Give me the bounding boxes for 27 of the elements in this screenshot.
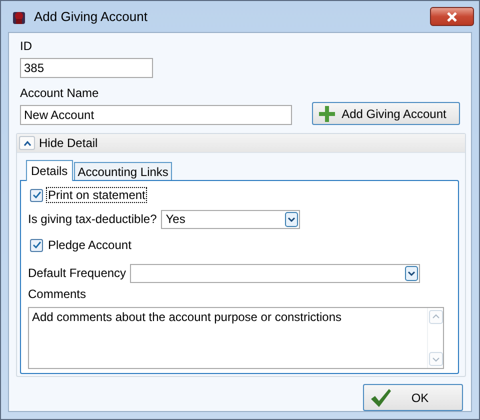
plus-icon — [319, 106, 335, 122]
add-giving-account-button[interactable]: Add Giving Account — [312, 102, 460, 125]
tab[interactable]: Details — [26, 160, 73, 181]
close-button[interactable] — [430, 7, 474, 26]
panel-title: Hide Detail — [39, 136, 98, 150]
field-label: Comments — [28, 286, 88, 302]
check-icon — [370, 388, 392, 408]
caret-icon — [24, 140, 30, 146]
ok-button[interactable]: OK — [363, 384, 463, 411]
scroll-up-icon — [429, 310, 443, 324]
dropdown[interactable]: Yes — [160, 210, 300, 228]
window-title: Add Giving Account — [34, 9, 148, 24]
checkbox-label[interactable]: Pledge Account — [46, 237, 134, 253]
scrollbar[interactable] — [427, 308, 443, 368]
scroll-down-icon — [429, 352, 443, 366]
id-field[interactable]: 385 — [20, 58, 153, 78]
field-label: Account Name — [20, 85, 100, 101]
checkbox[interactable] — [30, 188, 43, 202]
account-name-field[interactable]: New Account — [20, 105, 292, 125]
tab[interactable]: Accounting Links — [74, 162, 172, 180]
close-icon — [446, 12, 458, 22]
field-label: Is giving tax-deductible? — [28, 212, 157, 226]
checkbox[interactable] — [30, 238, 43, 252]
field-label: Default Frequency — [28, 266, 126, 280]
checkbox-label[interactable]: Print on statement — [46, 187, 148, 203]
toggle-button[interactable] — [19, 136, 35, 150]
field-label: ID — [20, 38, 33, 54]
